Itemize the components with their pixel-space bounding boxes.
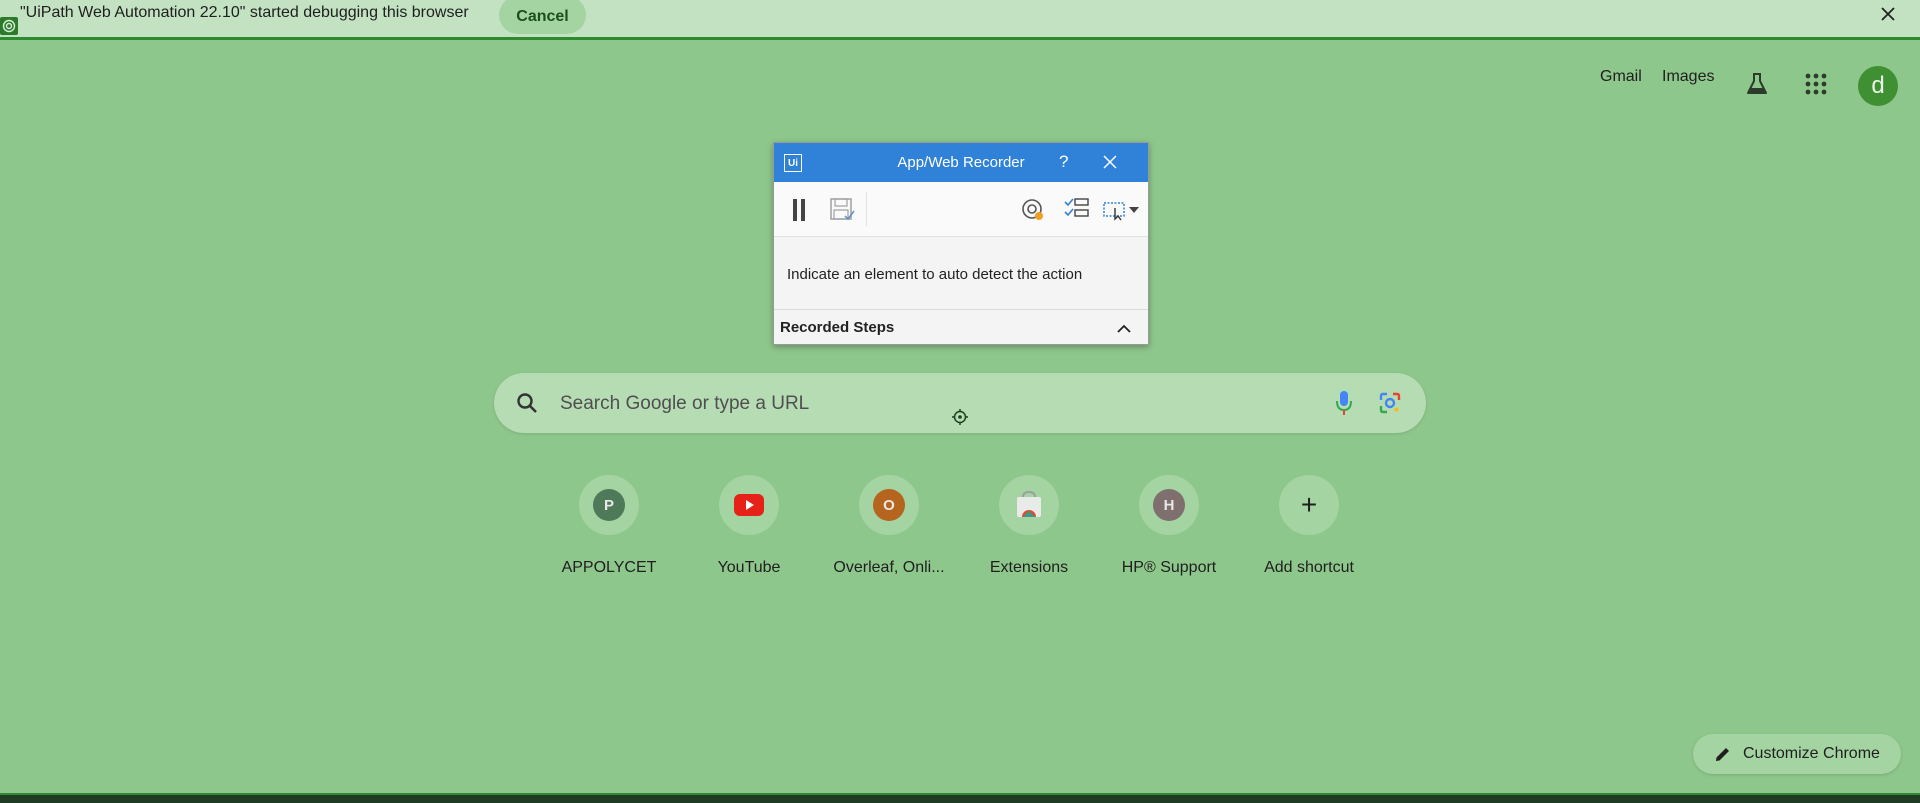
checklist-icon[interactable] — [1064, 198, 1090, 225]
add-shortcut-button[interactable]: + Add shortcut — [1244, 475, 1374, 577]
shortcut-tile: O — [859, 475, 919, 535]
shortcut-tile — [719, 475, 779, 535]
plus-icon: + — [1300, 489, 1318, 520]
customize-chrome-label: Customize Chrome — [1743, 745, 1880, 762]
toolbar-divider — [866, 192, 867, 226]
shortcut-label: Overleaf, Onli... — [833, 559, 945, 576]
screen-select-icon[interactable] — [1103, 199, 1141, 226]
recorder-instruction-area: Indicate an element to auto detect the a… — [774, 237, 1148, 310]
debugging-infobar: "UiPath Web Automation 22.10" started de… — [0, 0, 1920, 40]
app-web-recorder-window: Ui App/Web Recorder ? Indicate an elemen… — [773, 142, 1149, 345]
pencil-icon — [1715, 746, 1731, 762]
recorder-titlebar[interactable]: Ui App/Web Recorder ? — [774, 143, 1148, 182]
debugging-message: "UiPath Web Automation 22.10" started de… — [20, 4, 469, 21]
letter-icon: O — [873, 489, 905, 521]
shortcut-label: HP® Support — [1121, 559, 1217, 576]
google-lens-icon[interactable] — [1378, 391, 1402, 420]
recorder-instruction: Indicate an element to auto detect the a… — [787, 266, 1083, 283]
shortcut-extensions[interactable]: Extensions — [964, 475, 1094, 577]
letter-icon: H — [1153, 489, 1185, 521]
letter-icon: P — [593, 489, 625, 521]
close-icon[interactable] — [1876, 2, 1900, 26]
customize-chrome-button[interactable]: Customize Chrome — [1693, 734, 1901, 774]
shortcut-label: Extensions — [989, 559, 1069, 576]
recorder-title: App/Web Recorder — [897, 154, 1025, 171]
gmail-link[interactable]: Gmail — [1600, 68, 1642, 86]
search-input[interactable] — [558, 387, 1262, 421]
shortcut-label: YouTube — [717, 559, 781, 576]
chevron-up-icon[interactable] — [1117, 321, 1131, 339]
shortcut-tile: H — [1139, 475, 1199, 535]
uipath-debug-icon — [0, 17, 18, 35]
save-icon[interactable] — [830, 198, 856, 227]
labs-icon[interactable] — [1744, 71, 1770, 102]
shortcut-appolycet[interactable]: P APPOLYCET — [544, 475, 674, 577]
target-icon[interactable] — [1021, 198, 1045, 227]
avatar[interactable]: d — [1858, 66, 1898, 106]
microphone-icon[interactable] — [1334, 389, 1354, 422]
youtube-icon — [734, 494, 764, 516]
recorder-toolbar — [774, 182, 1148, 237]
images-link[interactable]: Images — [1662, 68, 1714, 86]
chrome-web-store-icon — [1017, 491, 1041, 517]
recorded-steps-label: Recorded Steps — [780, 319, 895, 336]
shortcut-label: Add shortcut — [1264, 559, 1354, 576]
crosshair-cursor-icon — [952, 409, 968, 430]
recorded-steps-header[interactable]: Recorded Steps — [774, 310, 1148, 344]
cancel-debugging-button[interactable]: Cancel — [499, 0, 586, 34]
shortcut-tile — [999, 475, 1059, 535]
pause-icon[interactable] — [792, 199, 806, 226]
shortcut-label: APPOLYCET — [561, 559, 657, 576]
help-icon[interactable]: ? — [1059, 152, 1068, 172]
shortcut-hp-support[interactable]: H HP® Support — [1104, 475, 1234, 577]
apps-grid-icon[interactable] — [1805, 73, 1827, 100]
search-icon — [516, 392, 538, 419]
shortcut-tile: P — [579, 475, 639, 535]
taskbar — [0, 793, 1920, 803]
shortcut-overleaf[interactable]: O Overleaf, Onli... — [824, 475, 954, 577]
shortcut-youtube[interactable]: YouTube — [684, 475, 814, 577]
close-icon[interactable] — [1102, 154, 1118, 175]
shortcut-tile: + — [1279, 475, 1339, 535]
